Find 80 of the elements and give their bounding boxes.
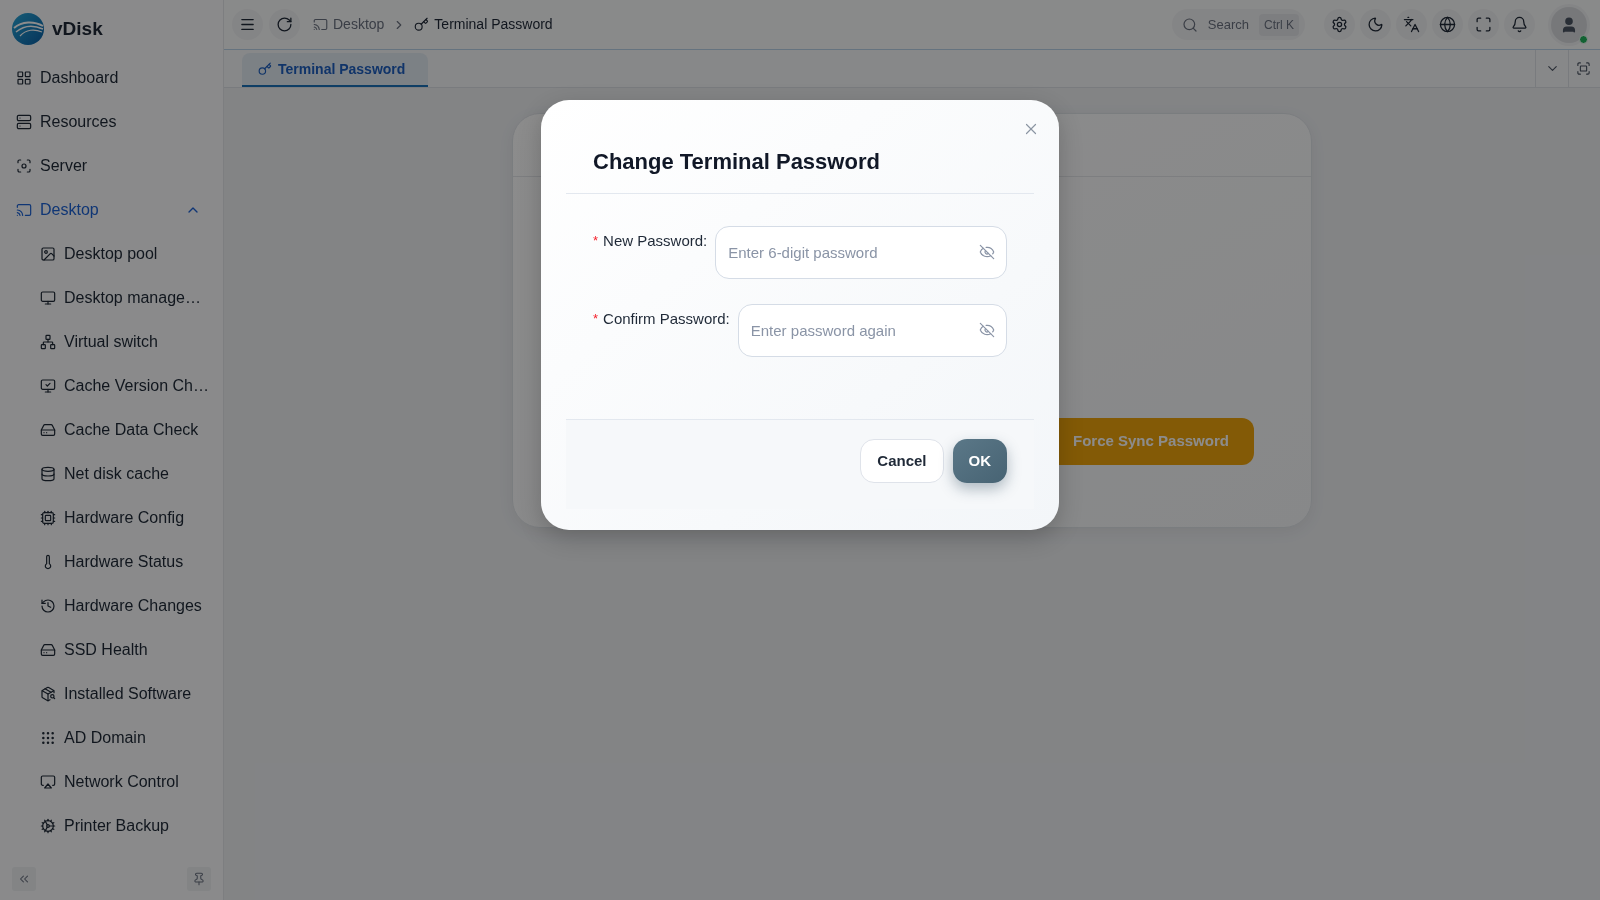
collapse-sidebar-button[interactable] (12, 867, 36, 891)
sidebar-item[interactable]: Desktop pool (40, 244, 201, 264)
settings-button[interactable] (1324, 9, 1355, 40)
focus-icon (16, 158, 32, 174)
sidebar-item[interactable]: Hardware Config (40, 508, 201, 528)
history-icon (40, 598, 56, 614)
menu-button[interactable] (232, 9, 263, 40)
moon-button[interactable] (1360, 9, 1391, 40)
globe-button[interactable] (1432, 9, 1463, 40)
network-icon (40, 334, 56, 350)
dialog-title: Change Terminal Password (593, 149, 880, 175)
cog-icon (40, 818, 56, 834)
logo-icon (12, 13, 44, 45)
sidebar-item[interactable]: Virtual switch (40, 332, 201, 352)
translate-icon (1403, 16, 1420, 33)
sidebar-item[interactable]: AD Domain (40, 728, 201, 748)
required-mark: * (593, 232, 599, 251)
eye-off-icon[interactable] (979, 322, 995, 338)
required-mark: * (593, 310, 599, 329)
user-avatar[interactable] (1551, 6, 1587, 43)
pin-icon (192, 872, 206, 886)
password-field[interactable]: Enter password again (737, 304, 1007, 357)
monitor-check-icon (40, 378, 56, 394)
hard-drive-icon (40, 642, 56, 658)
image-icon (40, 246, 56, 262)
refresh-icon (276, 16, 293, 33)
globe-icon (1439, 16, 1456, 33)
sidebar-item[interactable]: Desktop (16, 200, 185, 220)
menu-icon (239, 16, 256, 33)
refresh-button[interactable] (269, 9, 300, 40)
sidebar-item[interactable]: Cache Version Ch… (40, 376, 209, 396)
fullscreen-icon (1576, 61, 1591, 76)
settings-icon (1331, 16, 1348, 33)
sidebar-item[interactable]: Resources (16, 112, 201, 132)
dots-grid-icon (40, 730, 56, 746)
breadcrumb-link[interactable]: Desktop (313, 14, 385, 35)
sidebar-item[interactable]: Server (16, 156, 201, 176)
maximize-button[interactable] (1468, 9, 1499, 40)
sidebar-item[interactable]: Network Control (40, 772, 201, 792)
bell-button[interactable] (1504, 9, 1535, 40)
sidebar-item[interactable]: Desktop manage… (40, 288, 201, 308)
brand-name: vDisk (52, 16, 103, 41)
cancel-button[interactable]: Cancel (860, 439, 944, 483)
package-search-icon (40, 686, 56, 702)
field-label: Confirm Password: (603, 308, 730, 329)
sidebar-item[interactable]: Installed Software (40, 684, 201, 704)
airplay-icon (40, 774, 56, 790)
shortcut-hint: Ctrl K (1259, 13, 1299, 36)
key-icon (258, 62, 272, 76)
breadcrumb-link[interactable]: Terminal Password (414, 14, 553, 35)
hard-drive-icon (40, 422, 56, 438)
eye-off-icon[interactable] (979, 244, 995, 260)
password-field[interactable]: Enter 6-digit password (715, 226, 1007, 279)
pin-button[interactable] (187, 867, 211, 891)
double-chevron-left-icon (17, 872, 31, 886)
ok-button[interactable]: OK (952, 439, 1007, 483)
sidebar-item[interactable]: Hardware Changes (40, 596, 202, 616)
maximize-icon (1475, 16, 1492, 33)
database-icon (40, 466, 56, 482)
search-icon (1181, 16, 1198, 33)
search-button[interactable]: Search Ctrl K (1171, 9, 1305, 40)
cast-icon (313, 17, 328, 32)
sidebar-item[interactable]: Cache Data Check (40, 420, 201, 440)
server-icon (16, 114, 32, 130)
bell-icon (1511, 16, 1528, 33)
moon-icon (1367, 16, 1384, 33)
sidebar-item[interactable]: Hardware Status (40, 552, 201, 572)
sidebar-item[interactable]: Dashboard (16, 68, 201, 88)
sidebar-item[interactable]: SSD Health (40, 640, 201, 660)
cast-icon (16, 202, 32, 218)
chip-icon (40, 510, 56, 526)
translate-button[interactable] (1396, 9, 1427, 40)
monitor-icon (40, 290, 56, 306)
sidebar-item[interactable]: Net disk cache (40, 464, 201, 484)
field-label: New Password: (603, 230, 708, 251)
sidebar-item[interactable]: Printer Backup (40, 816, 201, 836)
key-icon (414, 17, 430, 32)
user-icon (1560, 15, 1578, 34)
grid-icon (16, 70, 32, 86)
page-tab[interactable]: Terminal Password (242, 53, 428, 87)
